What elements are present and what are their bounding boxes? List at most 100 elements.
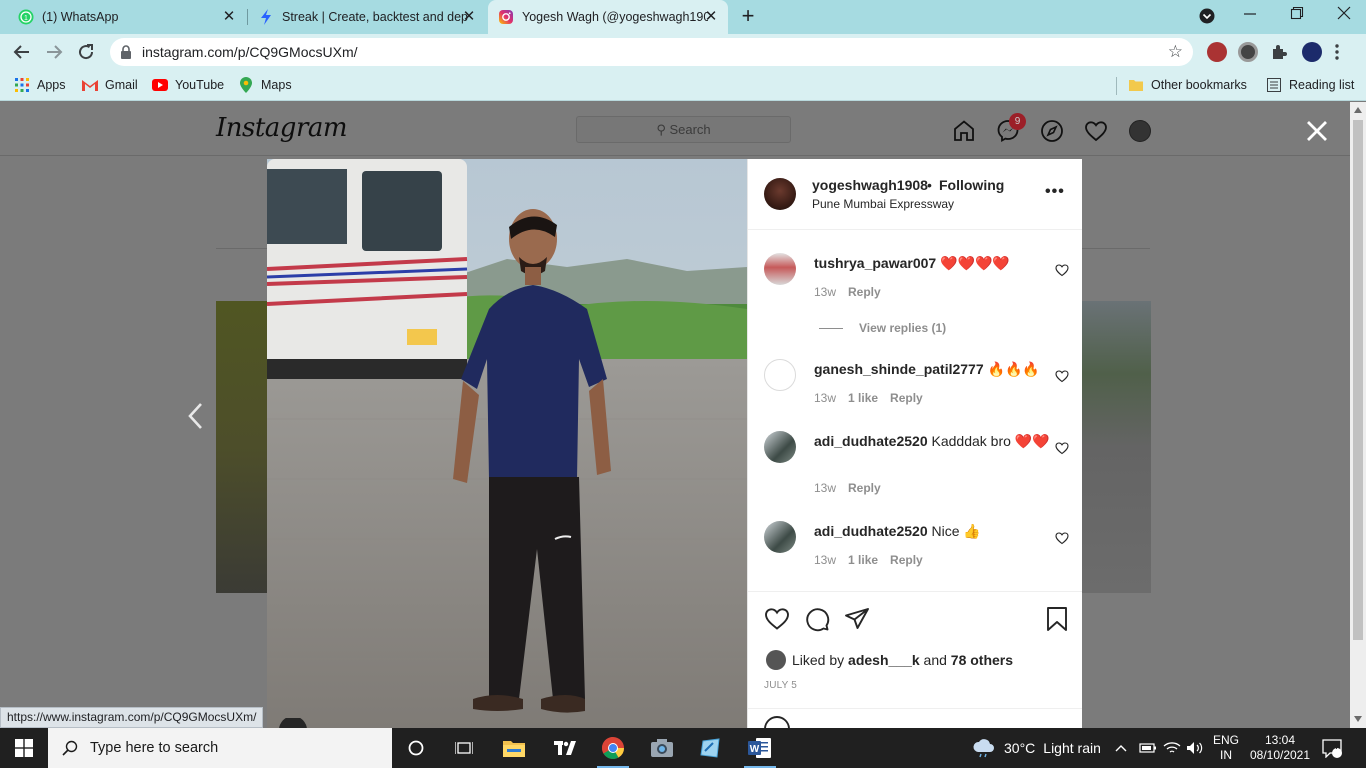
comment-like-heart-icon[interactable]: [1055, 263, 1069, 277]
comment-age[interactable]: 13w: [814, 553, 836, 567]
author-avatar[interactable]: [764, 178, 796, 210]
scroll-up-icon[interactable]: [1354, 107, 1362, 113]
reply-button[interactable]: Reply: [848, 481, 881, 495]
comment-like-heart-icon[interactable]: [1055, 369, 1069, 383]
explore-icon[interactable]: [1040, 119, 1064, 143]
minimize-icon[interactable]: [1240, 6, 1260, 26]
battery-icon[interactable]: [1139, 728, 1157, 768]
word-icon[interactable]: W: [740, 732, 780, 768]
bookmark-apps[interactable]: Apps: [14, 77, 66, 93]
scroll-down-icon[interactable]: [1354, 716, 1362, 722]
close-tab-icon[interactable]: ✕: [462, 9, 476, 24]
taskbar-search-box[interactable]: Type here to search: [48, 728, 392, 768]
scrollbar-thumb[interactable]: [1353, 120, 1363, 640]
close-modal-icon[interactable]: [1305, 119, 1329, 143]
bookmark-maps[interactable]: Maps: [238, 77, 292, 93]
comment-username[interactable]: adi_dudhate2520: [814, 433, 928, 449]
comment-bubble-icon[interactable]: [804, 606, 830, 632]
comment-age[interactable]: 13w: [814, 391, 836, 405]
author-username[interactable]: yogeshwagh1908: [812, 177, 928, 193]
restore-icon[interactable]: [1287, 6, 1307, 26]
tab-whatsapp[interactable]: 1 (1) WhatsApp ✕: [8, 0, 246, 34]
new-tab-button[interactable]: +: [737, 5, 759, 28]
save-bookmark-icon[interactable]: [1044, 606, 1070, 632]
commenter-avatar[interactable]: [764, 431, 796, 463]
search-input[interactable]: ⚲ Search: [576, 116, 791, 143]
close-tab-icon[interactable]: ✕: [704, 9, 718, 24]
notifications-button[interactable]: 7: [1322, 728, 1342, 768]
previous-post-arrow-icon[interactable]: [186, 401, 206, 439]
comment-username[interactable]: tushrya_pawar007: [814, 255, 936, 271]
tab-instagram[interactable]: Yogesh Wagh (@yogeshwagh190 ✕: [488, 0, 728, 34]
svg-text:W: W: [750, 744, 760, 755]
tab-streak[interactable]: Streak | Create, backtest and dep ✕: [248, 0, 486, 34]
tag-icon[interactable]: [279, 718, 307, 728]
comment-username[interactable]: adi_dudhate2520: [814, 523, 928, 539]
following-button[interactable]: Following: [939, 177, 1004, 193]
language-indicator[interactable]: ENG IN: [1213, 733, 1239, 763]
extension-camera-icon[interactable]: [1238, 42, 1258, 62]
liker-avatar[interactable]: [766, 650, 786, 670]
address-bar[interactable]: instagram.com/p/CQ9GMocsUXm/ ☆: [110, 38, 1193, 66]
task-view-icon[interactable]: [444, 732, 484, 764]
reply-button[interactable]: Reply: [890, 391, 923, 405]
reading-list[interactable]: Reading list: [1266, 77, 1354, 93]
snipping-tool-icon[interactable]: [690, 732, 730, 764]
lock-icon[interactable]: [120, 45, 132, 64]
comment-like-heart-icon[interactable]: [1055, 531, 1069, 545]
emoji-icon[interactable]: [764, 716, 790, 728]
liker-username[interactable]: adesh___k: [848, 652, 920, 668]
file-explorer-icon[interactable]: [494, 732, 534, 764]
page-scrollbar[interactable]: [1350, 102, 1366, 728]
bookmark-other[interactable]: Other bookmarks: [1128, 77, 1247, 93]
comment-age[interactable]: 13w: [814, 285, 836, 299]
profile-avatar[interactable]: [1302, 42, 1322, 62]
volume-icon[interactable]: [1186, 728, 1204, 768]
commenter-avatar[interactable]: [764, 521, 796, 553]
profile-avatar[interactable]: [1129, 120, 1151, 142]
activity-heart-icon[interactable]: [1084, 119, 1108, 143]
post-photo[interactable]: [267, 159, 747, 728]
comment-age[interactable]: 13w: [814, 481, 836, 495]
clock[interactable]: 13:04 08/10/2021: [1248, 733, 1312, 763]
post-location[interactable]: Pune Mumbai Expressway: [812, 197, 954, 211]
comment-like-count[interactable]: 1 like: [848, 553, 878, 567]
comment-text: ganesh_shinde_patil2777 🔥🔥🔥: [814, 360, 1050, 378]
commenter-avatar[interactable]: [764, 253, 796, 285]
commenter-avatar[interactable]: [764, 359, 796, 391]
close-window-icon[interactable]: [1334, 6, 1354, 26]
extensions-puzzle-icon[interactable]: [1270, 43, 1290, 63]
like-heart-icon[interactable]: [764, 606, 790, 632]
extension-icon[interactable]: [1207, 42, 1227, 62]
tab-search-icon[interactable]: [1197, 7, 1217, 27]
reply-button[interactable]: Reply: [848, 285, 881, 299]
bookmark-gmail[interactable]: Gmail: [82, 77, 138, 93]
comment-like-count[interactable]: 1 like: [848, 391, 878, 405]
share-send-icon[interactable]: [844, 606, 870, 632]
post-date[interactable]: JULY 5: [764, 680, 797, 691]
chrome-icon[interactable]: [593, 732, 633, 768]
back-icon[interactable]: [10, 40, 34, 64]
reply-button[interactable]: Reply: [890, 553, 923, 567]
show-hidden-icons-chevron-icon[interactable]: [1115, 728, 1127, 768]
cortana-icon[interactable]: [396, 732, 436, 764]
bookmark-star-icon[interactable]: ☆: [1168, 42, 1183, 62]
bookmark-youtube[interactable]: YouTube: [152, 77, 224, 93]
camera-app-icon[interactable]: [642, 732, 682, 764]
instagram-logo[interactable]: Instagram: [216, 113, 348, 143]
liked-by-others[interactable]: 78 others: [951, 652, 1013, 668]
weather-widget[interactable]: 30°C Light rain: [972, 728, 1101, 768]
chrome-menu-icon[interactable]: [1334, 43, 1352, 63]
forward-icon[interactable]: [42, 40, 66, 64]
more-options-icon[interactable]: •••: [1045, 183, 1065, 201]
home-icon[interactable]: [952, 119, 976, 143]
tradingview-icon[interactable]: [545, 732, 585, 764]
comment-text: adi_dudhate2520 Kadddak bro ❤️❤️: [814, 432, 1050, 450]
close-tab-icon[interactable]: ✕: [222, 9, 236, 24]
start-button[interactable]: [0, 728, 48, 768]
comment-like-heart-icon[interactable]: [1055, 441, 1069, 455]
wifi-icon[interactable]: [1163, 728, 1181, 768]
comment-username[interactable]: ganesh_shinde_patil2777: [814, 361, 984, 377]
reload-icon[interactable]: [74, 40, 98, 64]
view-replies-button[interactable]: View replies (1): [819, 321, 946, 335]
